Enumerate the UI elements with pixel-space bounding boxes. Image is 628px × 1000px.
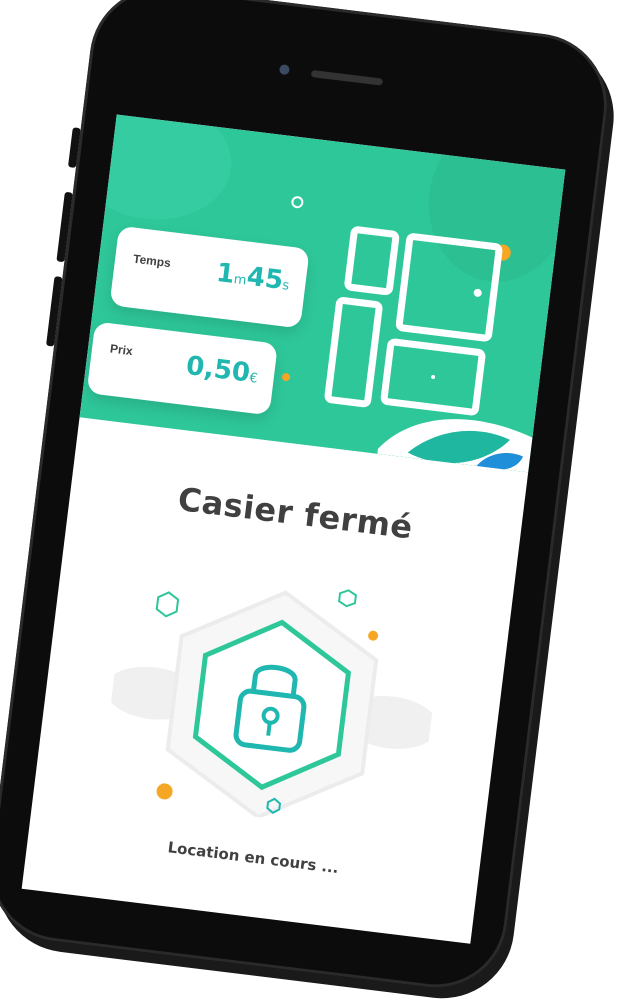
time-label: Temps: [132, 251, 172, 271]
small-ring-icon: [291, 196, 304, 209]
price-value: 0,50€: [184, 350, 259, 389]
phone-mockup: Temps 1m45s Prix 0,50€ Casier fermé Loca…: [0, 0, 628, 996]
volume-down-button: [46, 276, 63, 347]
phone-frame: Temps 1m45s Prix 0,50€ Casier fermé Loca…: [0, 0, 616, 996]
small-hexagon-icon: [337, 589, 357, 608]
volume-up-button: [56, 191, 73, 263]
page-title: Casier fermé: [175, 480, 415, 547]
padlock-icon: [104, 589, 439, 820]
mute-switch: [67, 127, 81, 168]
front-camera: [278, 64, 291, 76]
price-label: Prix: [109, 341, 134, 359]
time-value: 1m45s: [214, 257, 290, 296]
small-hexagon-icon: [155, 591, 180, 618]
orange-dot: [156, 783, 173, 800]
earpiece-speaker: [310, 69, 384, 86]
app-screen: Temps 1m45s Prix 0,50€ Casier fermé Loca…: [21, 114, 566, 944]
hero-banner: Temps 1m45s Prix 0,50€: [79, 114, 566, 473]
orange-dot: [281, 373, 290, 382]
orange-dot: [368, 630, 379, 641]
